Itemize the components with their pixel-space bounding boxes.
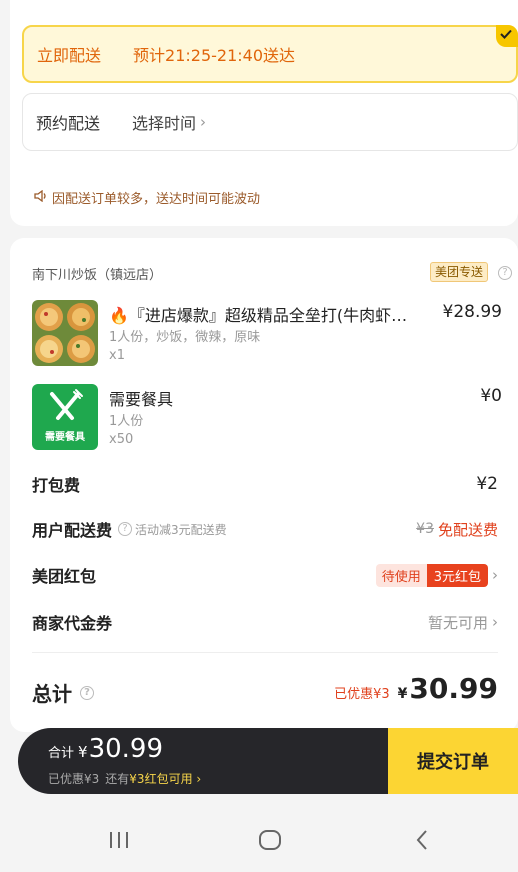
item-qty: x50 [109, 432, 134, 447]
total-label-wrap: 总计 ? [32, 678, 94, 707]
item-spec: 1人份 [109, 414, 144, 429]
item-spec: 1人份，炒饭，微辣，原味 [109, 330, 261, 345]
bar-redpack-hint[interactable]: 还有¥3红包可用 › [105, 770, 201, 787]
order-item: 需要餐具 需要餐具 1人份 x50 ¥0 [32, 384, 502, 454]
item-qty: x1 [109, 348, 125, 363]
delivery-notice: 因配送订单较多，送达时间可能波动 [34, 188, 260, 207]
total-label: 总计 [32, 682, 72, 706]
chevron-right-icon: › [200, 113, 207, 131]
voucher-row[interactable]: 商家代金券 暂无可用 › [32, 607, 498, 637]
bar-amount: 30.99 [88, 734, 163, 764]
item-name: 需要餐具 [109, 390, 174, 409]
utensils-thumb-text: 需要餐具 [45, 432, 85, 443]
scheduled-time: 选择时间 [132, 114, 197, 133]
redpack-amount-badge: 3元红包 [426, 563, 488, 587]
chevron-right-icon: › [492, 613, 498, 631]
redpack-value: 待使用 3元红包 › [375, 563, 498, 587]
order-card: 南下川炒饭（镇远店） 美团专送 ? 🔥『进店爆款』超级精品全垒打(牛肉虾仁鸡腿培… [10, 238, 518, 732]
help-icon[interactable]: ? [498, 266, 512, 280]
help-icon[interactable]: ? [80, 685, 94, 700]
delivery-fee-free: 免配送费 [437, 520, 498, 539]
delivery-fee-original: ¥3 [416, 521, 434, 537]
item-price: ¥28.99 [442, 302, 502, 322]
delivery-fee-note-text: 活动减3元配送费 [135, 522, 227, 537]
utensils-image: 需要餐具 [32, 384, 98, 450]
chevron-right-icon: › [492, 566, 498, 584]
delivery-fee-label: 用户配送费 [32, 521, 113, 540]
redpack-status-badge: 待使用 [375, 563, 427, 587]
delivery-fee-row: 用户配送费 ? 活动减3元配送费 ¥3 免配送费 [32, 514, 498, 544]
total-saved: 已优惠¥3 [334, 687, 390, 702]
bar-yen: ¥ [78, 743, 88, 761]
system-nav-bar [0, 808, 518, 872]
now-label: 立即配送 [37, 46, 102, 65]
packing-fee-row: 打包费 ¥2 [32, 469, 498, 499]
total-amount: 30.99 [409, 672, 498, 705]
bar-redpack-amount: ¥3红包可用 › [129, 772, 202, 786]
nav-recent-icon[interactable] [99, 826, 139, 854]
now-eta: 预计21:25-21:40送达 [133, 46, 296, 65]
checkout-bar: 合计 ¥ 30.99 已优惠¥3 还有¥3红包可用 › 提交订单 [18, 728, 518, 794]
item-price: ¥0 [480, 386, 502, 406]
divider [32, 652, 498, 653]
delivery-tag: 美团专送 [430, 262, 489, 282]
scheduled-label: 预约配送 [36, 114, 101, 133]
item-name: 🔥『进店爆款』超级精品全垒打(牛肉虾仁鸡腿培根) [109, 306, 419, 325]
delivery-option-scheduled[interactable]: 预约配送 选择时间 › [22, 93, 518, 151]
bar-sum: 合计 ¥ 30.99 [48, 734, 163, 764]
bar-saved: 已优惠¥3 [48, 772, 100, 786]
redpack-row[interactable]: 美团红包 待使用 3元红包 › [32, 560, 498, 590]
submit-order-button[interactable]: 提交订单 [388, 728, 518, 794]
item-image [32, 300, 98, 366]
selected-check-icon [496, 25, 518, 47]
voucher-label: 商家代金券 [32, 614, 113, 633]
packing-fee-value: ¥2 [476, 474, 498, 494]
notice-text: 因配送订单较多，送达时间可能波动 [52, 192, 261, 207]
bar-sum-label: 合计 [48, 746, 75, 761]
delivery-option-now[interactable]: 立即配送 预计21:25-21:40送达 [22, 25, 518, 83]
nav-home-icon[interactable] [250, 826, 290, 854]
delivery-fee-value: ¥3 免配送费 [416, 519, 498, 540]
total-yen: ¥ [397, 686, 408, 702]
voucher-value: 暂无可用 [427, 613, 488, 632]
speaker-icon [34, 189, 48, 206]
bar-sub: 已优惠¥3 还有¥3红包可用 › [48, 770, 201, 787]
bar-redpack-prefix: 还有 [105, 772, 130, 786]
order-item: 🔥『进店爆款』超级精品全垒打(牛肉虾仁鸡腿培根) 1人份，炒饭，微辣，原味 x1… [32, 300, 502, 370]
total-value: 已优惠¥3 ¥ 30.99 [334, 672, 498, 705]
delivery-fee-note: ? 活动减3元配送费 [118, 521, 227, 538]
redpack-label: 美团红包 [32, 567, 97, 586]
help-icon[interactable]: ? [118, 522, 133, 536]
packing-fee-label: 打包费 [32, 476, 81, 495]
nav-back-icon[interactable] [402, 826, 442, 854]
voucher-value-wrap: 暂无可用 › [428, 612, 498, 633]
shop-name[interactable]: 南下川炒饭（镇远店） [32, 264, 162, 283]
